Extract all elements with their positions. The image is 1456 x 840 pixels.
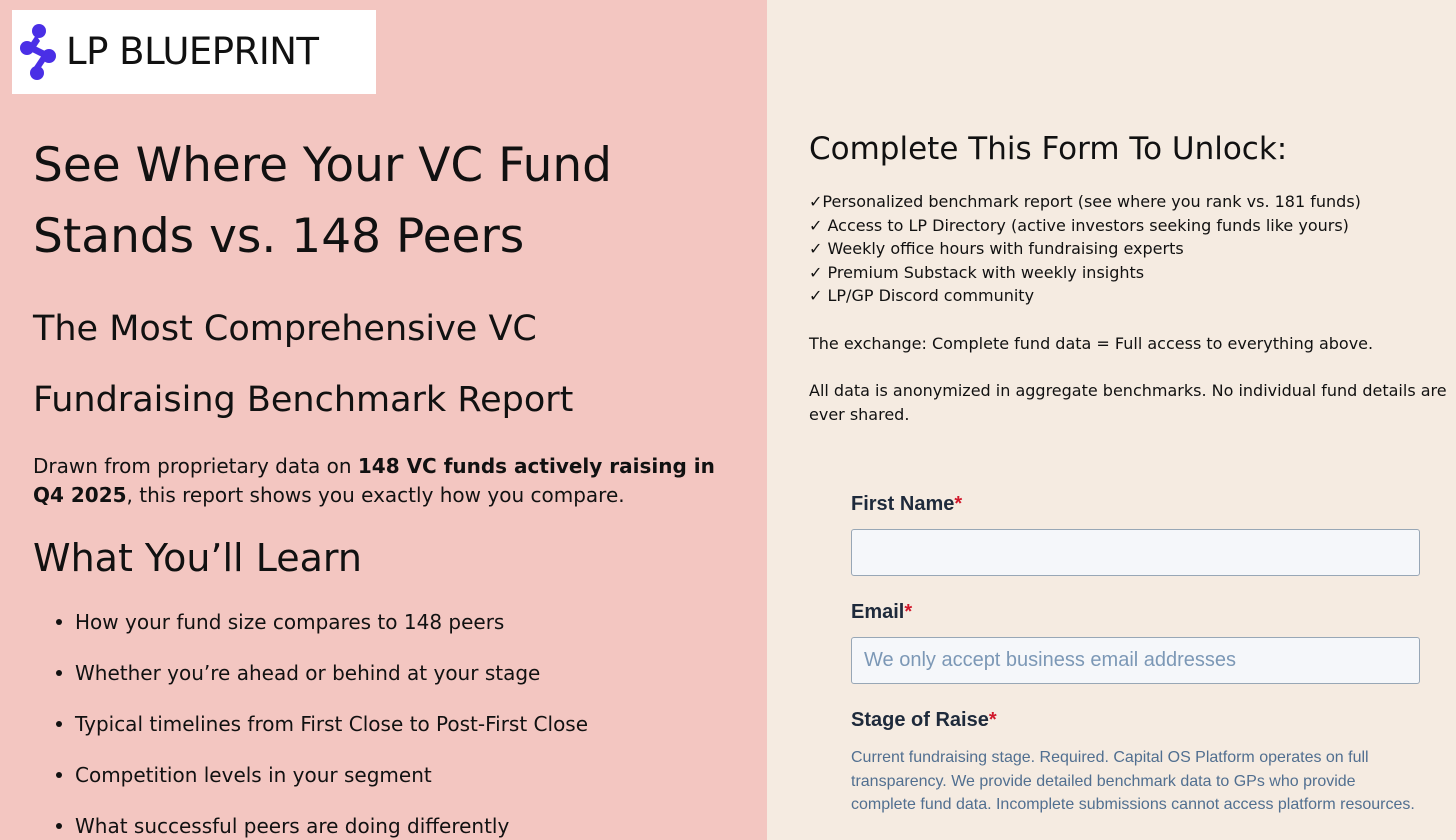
benefit-item: ✓ Premium Substack with weekly insights [809,262,1145,282]
email-label: Email* [851,599,912,625]
stage-help-text: Current fundraising stage. Required. Cap… [851,749,1415,813]
stage-of-raise-label: Stage of Raise* [851,707,997,733]
report-subtitle: The Most Comprehensive VC Fundraising Be… [33,309,574,420]
email-input[interactable] [851,637,1420,684]
email-label-text: Email [851,601,905,623]
form-panel: Complete This Form To Unlock: ✓Personali… [767,0,1456,840]
benefit-item: ✓ Access to LP Directory (active investo… [809,215,1349,235]
first-name-label-text: First Name [851,493,955,515]
benefit-item: ✓Personalized benchmark report (see wher… [809,192,1361,211]
hero-title: See Where Your VC Fund Stands vs. 148 Pe… [33,138,612,264]
exchange-text: The exchange: Complete fund data = Full … [809,334,1374,353]
intro-paragraph: Drawn from proprietary data on 148 VC fu… [33,452,733,510]
list-item: Competition levels in your segment [33,753,733,804]
benefits-list: ✓Personalized benchmark report (see wher… [809,190,1449,308]
left-panel: LP BLUEPRINT See Where Your VC Fund Stan… [0,0,767,840]
stage-label-text: Stage of Raise [851,709,989,731]
anonymized-note: All data is anonymized in aggregate benc… [809,381,1447,424]
required-marker: * [954,493,963,515]
intro-prefix: Drawn from proprietary data on [33,454,358,478]
first-name-label: First Name* [851,491,962,517]
list-item: How your fund size compares to 148 peers [33,600,733,651]
logo: LP BLUEPRINT [12,10,376,94]
list-item: What successful peers are doing differen… [33,804,733,840]
learn-list: How your fund size compares to 148 peers… [33,600,733,840]
form-heading: Complete This Form To Unlock: [809,131,1288,167]
intro-suffix: , this report shows you exactly how you … [126,483,625,507]
list-item: Typical timelines from First Close to Po… [33,702,733,753]
benefit-item: ✓ Weekly office hours with fundraising e… [809,239,1184,258]
first-name-input[interactable] [851,529,1420,576]
required-marker: * [904,601,913,623]
learn-heading: What You’ll Learn [33,536,362,580]
lp-blueprint-logo-icon [20,24,56,80]
list-item: Whether you’re ahead or behind at your s… [33,651,733,702]
required-marker: * [988,709,997,731]
logo-text: LP BLUEPRINT [66,30,319,73]
benefit-item: ✓ LP/GP Discord community [809,286,1035,305]
